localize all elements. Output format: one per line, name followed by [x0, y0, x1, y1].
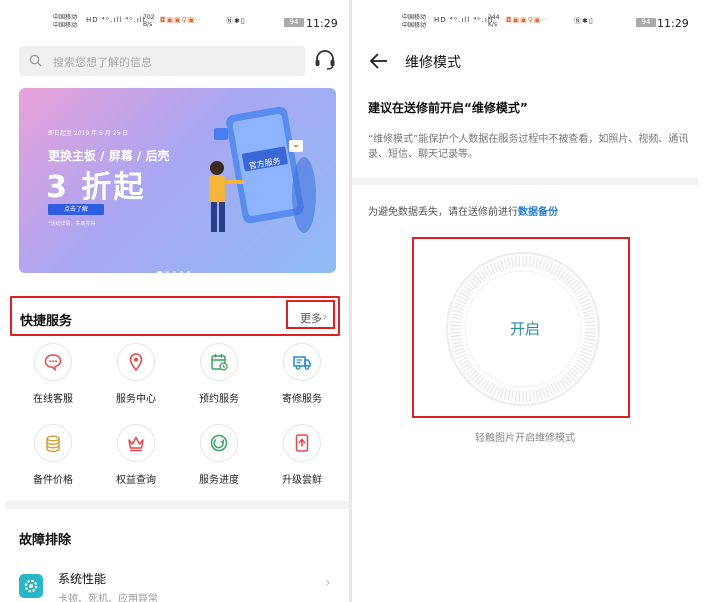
service-item-label: 预约服务 — [199, 394, 239, 405]
search-input[interactable]: 搜索您想了解的信息 — [19, 46, 305, 76]
battery-icon: 94 — [636, 18, 656, 27]
service-item-label: 服务进度 — [199, 475, 239, 486]
page-title: 维修模式 — [405, 55, 461, 71]
signal-icon: HD ⁴ᴳ.ıll ⁴ᴳ.ıll — [86, 16, 146, 24]
service-item[interactable]: 服务中心 — [101, 343, 171, 413]
notification-icons: ◘▣▣♀▣·· — [506, 16, 548, 24]
net-speed: 702 B/s — [143, 14, 154, 28]
headset-icon[interactable] — [313, 48, 337, 72]
net-speed: 244 K/s — [488, 14, 499, 28]
service-item[interactable]: 升级尝鲜 — [267, 424, 337, 494]
quick-services-header: 快捷服务 更多 › — [10, 296, 340, 336]
system-icons: Ⓝ✱▯ — [574, 17, 594, 25]
crown-icon — [117, 424, 155, 462]
promo-banner[interactable]: 即日起至 2019 年 6 月 25 日 更换主板 / 屏幕 / 后壳 3 折起… — [19, 88, 336, 273]
banner-date: 即日起至 2019 年 6 月 25 日 — [48, 130, 129, 137]
section-divider — [5, 501, 349, 509]
coins-icon — [34, 424, 72, 462]
notification-icons: ◘▣▣♀▣·· — [160, 16, 202, 24]
system-icons: Ⓝ✱▯ — [226, 17, 246, 25]
backup-note: 为避免数据丢失，请在送修前进行数据备份 — [368, 203, 558, 218]
maintenance-heading: 建议在送修前开启“维修模式” — [368, 101, 528, 115]
left-screen: 中国移动 中国移动 HD ⁴ᴳ.ıll ⁴ᴳ.ıll 702 B/s ◘▣▣♀▣… — [0, 0, 349, 602]
net-speed-unit: B/s — [143, 21, 153, 28]
more-label: 更多 — [300, 312, 322, 325]
truck-icon — [283, 343, 321, 381]
section-divider — [352, 178, 698, 185]
service-item[interactable]: 服务进度 — [184, 424, 254, 494]
service-item-label: 寄修服务 — [282, 394, 322, 405]
location-icon — [117, 343, 155, 381]
status-bar: 中国移动 中国移动 HD ⁴ᴳ.ıll ⁴ᴳ.ıll 702 B/s ◘▣▣♀▣… — [0, 10, 349, 36]
back-arrow-icon[interactable] — [368, 50, 390, 72]
data-backup-link[interactable]: 数据备份 — [518, 207, 558, 218]
chat-icon — [34, 343, 72, 381]
backup-note-text: 为避免数据丢失，请在送修前进行 — [368, 207, 518, 218]
search-placeholder: 搜索您想了解的信息 — [53, 56, 152, 69]
service-item-label: 备件价格 — [33, 475, 73, 486]
service-item[interactable]: 备件价格 — [18, 424, 88, 494]
net-speed-unit: K/s — [488, 21, 498, 28]
progress-icon — [200, 424, 238, 462]
start-caption: 轻触图片开启维修模式 — [475, 433, 575, 444]
chevron-right-icon[interactable]: › — [325, 575, 331, 591]
carousel-indicator — [157, 262, 194, 273]
service-item[interactable]: 寄修服务 — [267, 343, 337, 413]
clock: 11:29 — [657, 17, 689, 30]
quick-services-title: 快捷服务 — [20, 314, 73, 329]
carousel-dot — [180, 271, 183, 273]
banner-headline: 3 折起 — [46, 170, 146, 205]
net-speed-value: 702 — [143, 14, 155, 21]
service-item[interactable]: 预约服务 — [184, 343, 254, 413]
net-speed-value: 244 — [488, 14, 500, 21]
service-item-label: 在线客服 — [33, 394, 73, 405]
banner-button[interactable]: 点击了解 — [48, 204, 104, 215]
troubleshoot-title: 故障排除 — [19, 533, 72, 548]
service-item[interactable]: 权益查询 — [101, 424, 171, 494]
carousel-dot — [157, 270, 162, 273]
upgrade-icon — [283, 424, 321, 462]
maintenance-description: “维修模式”能保护个人数据在服务过程中不被查看，如照片、视频、通讯录、短信、聊天… — [368, 134, 689, 160]
service-item-label: 升级尝鲜 — [282, 475, 322, 486]
carousel-dot — [173, 271, 176, 273]
more-button[interactable]: 更多 › — [286, 300, 335, 329]
chevron-right-icon: › — [323, 310, 328, 323]
system-performance-title[interactable]: 系统性能 — [58, 570, 106, 587]
system-performance-subtitle: 卡顿、死机、应用异常 — [58, 594, 158, 602]
search-icon — [29, 54, 42, 67]
carousel-dot — [187, 271, 190, 273]
banner-illustration: 官方服务 — [209, 106, 316, 233]
settings-icon — [19, 574, 43, 598]
battery-icon: 94 — [284, 18, 304, 27]
right-screen: 中国移动 中国移动 HD ⁴ᴳ.ıll ⁴ᴳ.ıll 244 K/s ◘▣▣♀▣… — [352, 0, 704, 602]
start-button[interactable]: 开启 — [352, 318, 698, 339]
service-item-label: 服务中心 — [116, 394, 156, 405]
service-item-label: 权益查询 — [116, 475, 156, 486]
banner-note: *活动详情，先到先得 — [48, 221, 96, 227]
carousel-dot — [166, 271, 169, 273]
clock: 11:29 — [306, 17, 338, 30]
service-item[interactable]: 在线客服 — [18, 343, 88, 413]
signal-icon: HD ⁴ᴳ.ıll ⁴ᴳ.ıll — [434, 16, 494, 24]
status-bar: 中国移动 中国移动 HD ⁴ᴳ.ıll ⁴ᴳ.ıll 244 K/s ◘▣▣♀▣… — [352, 10, 704, 36]
calendar-icon — [200, 343, 238, 381]
